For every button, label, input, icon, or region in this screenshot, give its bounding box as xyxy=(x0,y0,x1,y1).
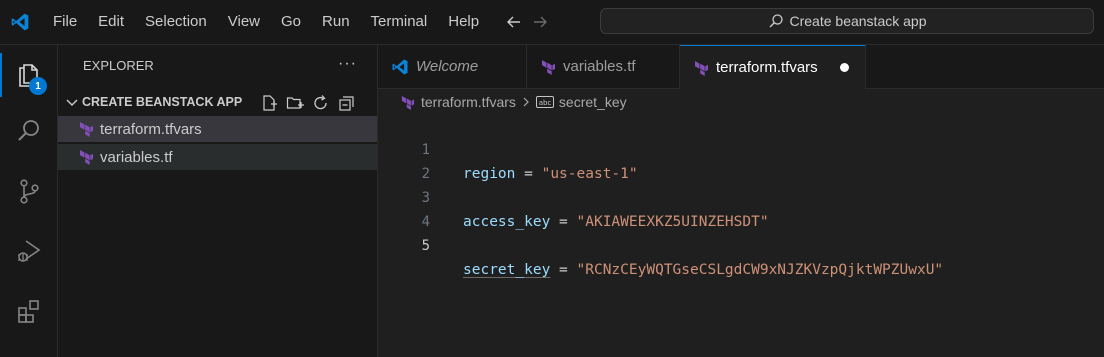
explorer-sidebar: EXPLORER ··· CREATE BEANSTACK APP terraf… xyxy=(58,45,378,357)
folder-actions xyxy=(259,93,356,112)
breadcrumb-symbol[interactable]: secret_key xyxy=(559,94,627,110)
activity-run-debug[interactable] xyxy=(0,225,57,281)
tab-welcome[interactable]: Welcome xyxy=(378,45,527,88)
extensions-icon xyxy=(15,297,43,330)
menu-file[interactable]: File xyxy=(42,0,87,44)
terraform-icon xyxy=(540,59,556,75)
new-folder-icon[interactable] xyxy=(285,93,304,112)
menu-terminal[interactable]: Terminal xyxy=(360,0,438,44)
title-bar: File Edit Selection View Go Run Terminal… xyxy=(0,0,1104,45)
code-line: 1 region = "us-east-1" xyxy=(378,114,638,182)
tab-label: variables.tf xyxy=(563,58,636,75)
chevron-down-icon xyxy=(64,94,80,110)
menu-help[interactable]: Help xyxy=(437,0,489,44)
file-name: terraform.tfvars xyxy=(100,120,202,138)
code-string: "AKIAWEEXKZ5UINZEHSDT" xyxy=(576,214,769,230)
code-operator: = xyxy=(559,262,568,278)
tab-variables-tf[interactable]: variables.tf xyxy=(527,45,680,88)
menu-run[interactable]: Run xyxy=(311,0,360,44)
terraform-icon xyxy=(78,149,94,165)
tab-label: terraform.tfvars xyxy=(716,59,818,76)
code-operator: = xyxy=(524,166,533,182)
code-line: 2 xyxy=(378,138,430,182)
breadcrumb-file[interactable]: terraform.tfvars xyxy=(421,94,516,110)
activity-source-control[interactable] xyxy=(0,165,57,221)
command-center-text: Create beanstack app xyxy=(789,13,927,29)
back-arrow-icon[interactable] xyxy=(501,9,527,35)
breadcrumb: terraform.tfvars abc secret_key xyxy=(400,90,627,114)
source-control-icon xyxy=(15,177,43,210)
navigation-buttons xyxy=(501,9,553,35)
run-debug-icon xyxy=(15,237,43,270)
search-icon xyxy=(768,13,784,29)
menu-selection[interactable]: Selection xyxy=(134,0,217,44)
code-string: "RCNzCEyWQTGseCSLgdCW9xNJZKVzpQjktWPZUwx… xyxy=(576,262,944,278)
editor-tabs: Welcome variables.tf terraform.tfvars xyxy=(378,45,1104,89)
activity-search[interactable] xyxy=(0,105,57,161)
activity-explorer[interactable]: 1 xyxy=(0,47,57,103)
terraform-icon xyxy=(400,95,415,110)
command-center[interactable]: Create beanstack app xyxy=(600,8,1094,34)
search-icon xyxy=(15,117,43,150)
unsaved-dot-icon[interactable] xyxy=(839,63,849,72)
vscode-logo-icon xyxy=(0,0,40,44)
line-number: 5 xyxy=(421,238,430,254)
menu-edit[interactable]: Edit xyxy=(87,0,134,44)
code-key: access_key xyxy=(463,214,551,230)
chevron-right-icon xyxy=(520,96,532,108)
code-line: 4 xyxy=(378,186,430,230)
code-line: 3 access_key = "AKIAWEEXKZ5UINZEHSDT" xyxy=(378,162,769,230)
activity-bar: 1 xyxy=(0,45,58,357)
code-key: region xyxy=(463,166,516,182)
terraform-icon xyxy=(693,60,709,76)
code-line-current: 5 secret_key = "RCNzCEyWQTGseCSLgdCW9xNJ… xyxy=(378,210,944,278)
explorer-title: EXPLORER xyxy=(83,58,154,73)
code-key: secret_key xyxy=(463,262,551,278)
code-operator: = xyxy=(559,214,568,230)
file-item-variables-tf[interactable]: variables.tf xyxy=(58,144,377,170)
more-actions-icon[interactable]: ··· xyxy=(338,55,357,73)
tab-terraform-tfvars[interactable]: terraform.tfvars xyxy=(680,45,866,89)
workspace-folder-name: CREATE BEANSTACK APP xyxy=(82,95,243,109)
file-name: variables.tf xyxy=(100,148,173,166)
terraform-icon xyxy=(78,121,94,137)
file-item-terraform-tfvars[interactable]: terraform.tfvars xyxy=(58,116,377,142)
svg-text:abc: abc xyxy=(539,99,552,107)
code-string: "us-east-1" xyxy=(541,166,638,182)
forward-arrow-icon[interactable] xyxy=(527,9,553,35)
new-file-icon[interactable] xyxy=(259,93,278,112)
tab-label: Welcome xyxy=(416,58,479,75)
menu-bar: File Edit Selection View Go Run Terminal… xyxy=(42,0,489,44)
activity-extensions[interactable] xyxy=(0,285,57,341)
vscode-logo-icon xyxy=(391,58,409,76)
code-editor[interactable]: 1 region = "us-east-1" 2 3 access_key = … xyxy=(378,114,1104,357)
workspace-folder-header[interactable]: CREATE BEANSTACK APP xyxy=(58,89,377,115)
string-symbol-icon: abc xyxy=(535,95,554,109)
menu-view[interactable]: View xyxy=(217,0,270,44)
refresh-icon[interactable] xyxy=(311,93,330,112)
menu-go[interactable]: Go xyxy=(270,0,311,44)
explorer-badge: 1 xyxy=(29,77,47,95)
collapse-all-icon[interactable] xyxy=(337,93,356,112)
